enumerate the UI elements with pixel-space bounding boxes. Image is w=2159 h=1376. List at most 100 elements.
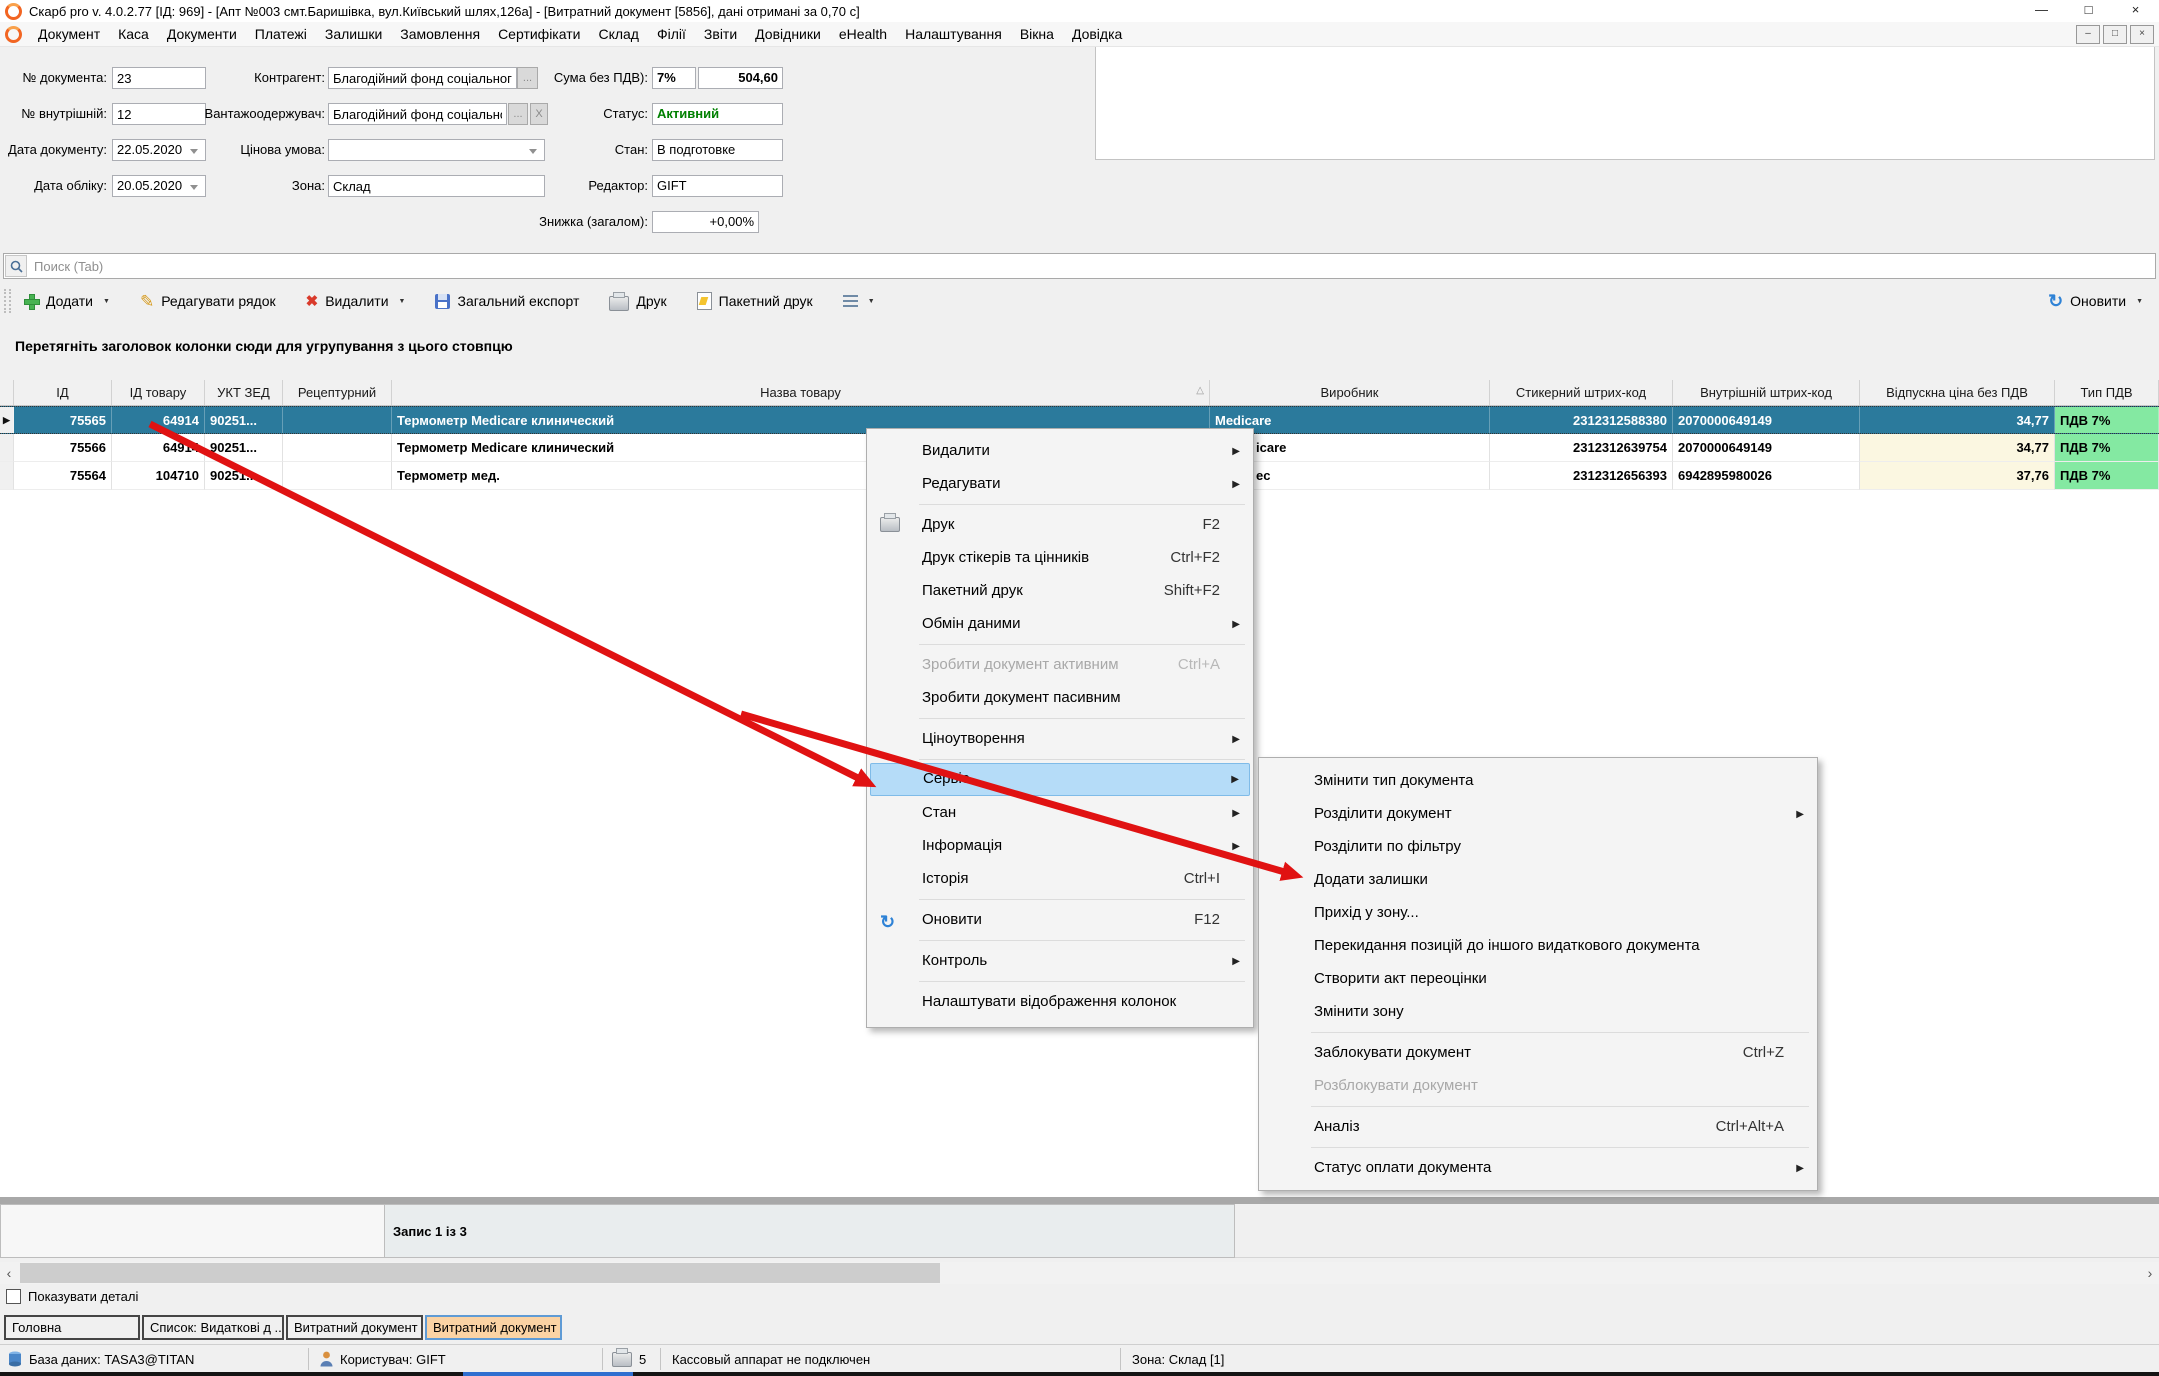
delete-x-icon bbox=[306, 293, 319, 309]
ctx-arrival-to-zone[interactable]: Прихід у зону... bbox=[1262, 896, 1814, 929]
export-button[interactable]: Загальний експорт bbox=[435, 293, 579, 309]
column-header-sticker-barcode[interactable]: Стикерний штрих-код bbox=[1490, 380, 1673, 405]
tab-expense-list[interactable]: Список: Видаткові д ... bbox=[142, 1315, 284, 1340]
submenu-arrow-icon: ▶ bbox=[1232, 723, 1240, 756]
menu-document[interactable]: Документ bbox=[29, 26, 109, 42]
ctx-history[interactable]: ІсторіяCtrl+I bbox=[870, 862, 1250, 895]
ctx-change-zone[interactable]: Змінити зону bbox=[1262, 995, 1814, 1028]
ctx-create-revaluation-act[interactable]: Створити акт переоцінки bbox=[1262, 962, 1814, 995]
add-dropdown-caret[interactable]: ▼ bbox=[103, 298, 110, 305]
ctx-state[interactable]: Стан▶ bbox=[870, 796, 1250, 829]
ctx-lock-document[interactable]: Заблокувати документCtrl+Z bbox=[1262, 1036, 1814, 1069]
ctx-unlock-document: Розблокувати документ bbox=[1262, 1069, 1814, 1102]
batch-print-button[interactable]: Пакетний друк bbox=[697, 292, 813, 310]
ctx-split-document[interactable]: Розділити документ▶ bbox=[1262, 797, 1814, 830]
record-count: Запис 1 із 3 bbox=[385, 1204, 1235, 1258]
column-header-recipe[interactable]: Рецептурний bbox=[283, 380, 392, 405]
refresh-button[interactable]: Оновити ▼ bbox=[2048, 284, 2143, 318]
ctx-information[interactable]: Інформація▶ bbox=[870, 829, 1250, 862]
menu-help[interactable]: Довідка bbox=[1063, 26, 1131, 42]
bottom-edge-strip bbox=[0, 1372, 2159, 1376]
plus-icon bbox=[23, 293, 39, 309]
ctx-print-stickers[interactable]: Друк стікерів та цінниківCtrl+F2 bbox=[870, 541, 1250, 574]
statusbar-user: Користувач: GIFT bbox=[320, 1345, 446, 1373]
ctx-service[interactable]: Сервіс▶ bbox=[870, 763, 1250, 796]
ctx-make-passive[interactable]: Зробити документ пасивним bbox=[870, 681, 1250, 714]
table-header: ІД ІД товару УКТ ЗЕД Рецептурний Назва т… bbox=[0, 380, 2159, 406]
notes-panel[interactable] bbox=[1095, 46, 2155, 160]
tab-expense-document-1[interactable]: Витратний документ .. bbox=[286, 1315, 423, 1340]
column-header-id[interactable]: ІД bbox=[14, 380, 112, 405]
menu-branches[interactable]: Філії bbox=[648, 26, 695, 42]
statusbar-device-count: 5 bbox=[612, 1345, 646, 1373]
tab-expense-document-2-active[interactable]: Витратний документ .. bbox=[425, 1315, 562, 1340]
ctx-data-exchange[interactable]: Обмін даними▶ bbox=[870, 607, 1250, 640]
sum-value: 504,60 bbox=[698, 67, 783, 89]
ctx-control[interactable]: Контроль▶ bbox=[870, 944, 1250, 977]
show-details-checkbox[interactable] bbox=[6, 1289, 21, 1304]
menu-settings[interactable]: Налаштування bbox=[896, 26, 1011, 42]
menu-stocks[interactable]: Залишки bbox=[316, 26, 391, 42]
menu-payments[interactable]: Платежі bbox=[246, 26, 316, 42]
tab-home[interactable]: Головна bbox=[4, 1315, 140, 1340]
column-header-vat-type[interactable]: Тип ПДВ bbox=[2055, 380, 2159, 405]
service-submenu: Змінити тип документа Розділити документ… bbox=[1258, 757, 1818, 1191]
ctx-pricing[interactable]: Ціноутворення▶ bbox=[870, 722, 1250, 755]
menu-directories[interactable]: Довідники bbox=[746, 26, 830, 42]
printer-icon bbox=[609, 296, 629, 311]
price-condition-label: Цінова умова: bbox=[140, 139, 325, 161]
menu-windows[interactable]: Вікна bbox=[1011, 26, 1063, 42]
maximize-button[interactable]: □ bbox=[2065, 0, 2112, 22]
statusbar-zone: Зона: Склад [1] bbox=[1132, 1345, 1224, 1373]
delete-dropdown-caret[interactable]: ▼ bbox=[399, 298, 406, 305]
ctx-print[interactable]: ДрукF2 bbox=[870, 508, 1250, 541]
ctx-analysis[interactable]: АналізCtrl+Alt+A bbox=[1262, 1110, 1814, 1143]
menu-kasa[interactable]: Каса bbox=[109, 26, 158, 42]
mdi-close-button[interactable]: × bbox=[2130, 25, 2154, 44]
scrollbar-thumb[interactable] bbox=[20, 1263, 940, 1283]
menu-reports[interactable]: Звіти bbox=[695, 26, 746, 42]
ctx-split-by-filter[interactable]: Розділити по фільтру bbox=[1262, 830, 1814, 863]
statusbar-cash-device: Кассовый аппарат не подключен bbox=[672, 1345, 870, 1373]
ctx-change-doc-type[interactable]: Змінити тип документа bbox=[1262, 764, 1814, 797]
menu-documents[interactable]: Документи bbox=[158, 26, 246, 42]
menu-ehealth[interactable]: eHealth bbox=[830, 26, 896, 42]
minimize-button[interactable]: — bbox=[2018, 0, 2065, 22]
search-icon[interactable] bbox=[5, 255, 27, 277]
ctx-payment-status[interactable]: Статус оплати документа▶ bbox=[1262, 1151, 1814, 1184]
mdi-restore-button[interactable]: □ bbox=[2103, 25, 2127, 44]
menu-warehouse[interactable]: Склад bbox=[589, 26, 648, 42]
mdi-minimize-button[interactable]: – bbox=[2076, 25, 2100, 44]
menu-separator bbox=[919, 644, 1245, 645]
column-header-price[interactable]: Відпускна ціна без ПДВ bbox=[1860, 380, 2055, 405]
edit-row-button[interactable]: Редагувати рядок bbox=[140, 293, 276, 310]
ctx-delete[interactable]: Видалити▶ bbox=[870, 434, 1250, 467]
ctx-refresh[interactable]: ОновитиF12 bbox=[870, 903, 1250, 936]
menu-orders[interactable]: Замовлення bbox=[391, 26, 489, 42]
close-button[interactable]: × bbox=[2112, 0, 2159, 22]
print-button[interactable]: Друк bbox=[609, 292, 666, 311]
delete-button[interactable]: Видалити ▼ bbox=[306, 293, 406, 309]
sort-ascending-icon[interactable]: △ bbox=[1196, 385, 1204, 396]
ctx-add-stocks[interactable]: Додати залишки bbox=[1262, 863, 1814, 896]
column-header-name[interactable]: Назва товару △ bbox=[392, 380, 1210, 405]
menu-certificates[interactable]: Сертифікати bbox=[489, 26, 589, 42]
ctx-edit[interactable]: Редагувати▶ bbox=[870, 467, 1250, 500]
add-button[interactable]: Додати ▼ bbox=[23, 293, 110, 309]
ctx-configure-columns[interactable]: Налаштувати відображення колонок bbox=[870, 985, 1250, 1018]
scroll-left-button[interactable]: ‹ bbox=[0, 1262, 18, 1284]
column-header-product-id[interactable]: ІД товару bbox=[112, 380, 205, 405]
column-header-producer[interactable]: Виробник bbox=[1210, 380, 1490, 405]
column-list-button[interactable]: ▼ bbox=[843, 295, 875, 308]
ctx-move-positions[interactable]: Перекидання позицій до іншого видатковог… bbox=[1262, 929, 1814, 962]
column-header-internal-barcode[interactable]: Внутрішній штрих-код bbox=[1673, 380, 1860, 405]
horizontal-scrollbar[interactable]: ‹ › bbox=[0, 1262, 2159, 1284]
ctx-batch-print[interactable]: Пакетний друкShift+F2 bbox=[870, 574, 1250, 607]
toolbar-drag-handle[interactable] bbox=[4, 289, 11, 313]
discount-input[interactable]: +0,00% bbox=[652, 211, 759, 233]
search-input[interactable] bbox=[28, 259, 2155, 274]
menu-separator bbox=[919, 940, 1245, 941]
column-header-ukt[interactable]: УКТ ЗЕД bbox=[205, 380, 283, 405]
scroll-right-button[interactable]: › bbox=[2141, 1262, 2159, 1284]
printer-icon bbox=[880, 517, 900, 532]
